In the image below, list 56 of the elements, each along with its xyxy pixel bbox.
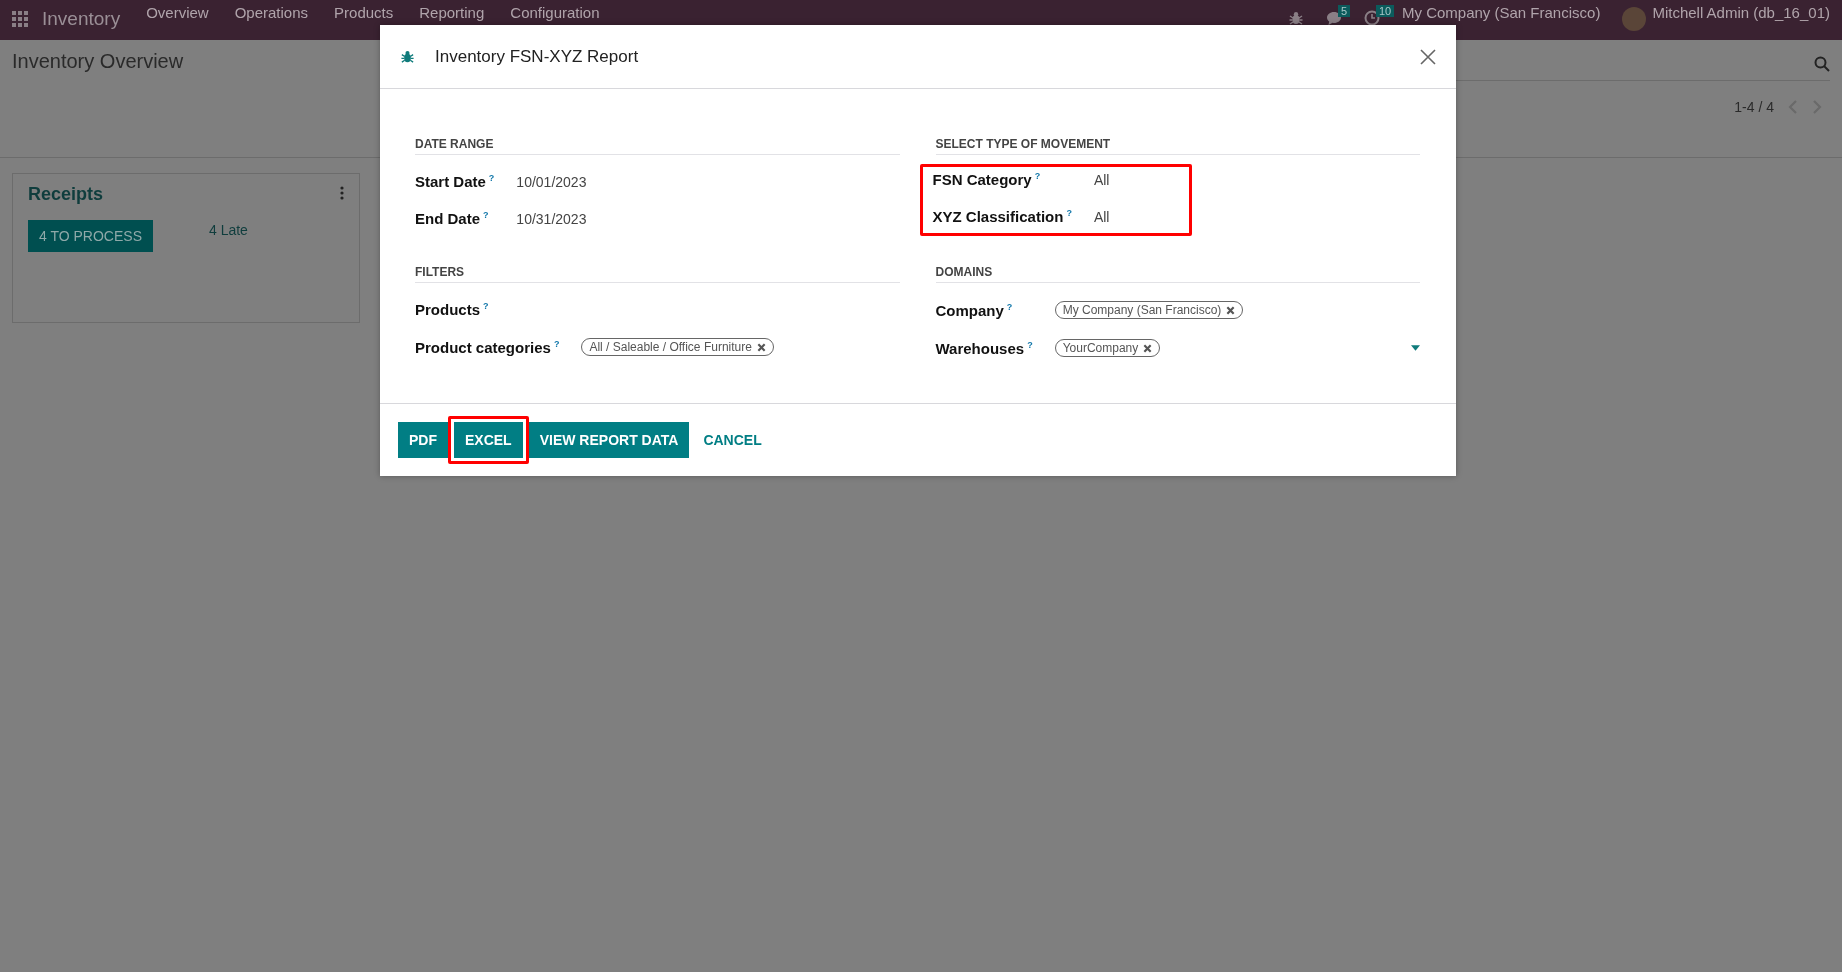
field-label: Products xyxy=(415,301,480,318)
late-link[interactable]: 4 Late xyxy=(208,222,248,238)
pager: 1-4 / 4 xyxy=(1734,99,1774,115)
help-tooltip[interactable]: ? xyxy=(1006,301,1013,312)
message-count: 5 xyxy=(1338,5,1351,17)
field-value[interactable]: 10/31/2023 xyxy=(516,210,900,227)
dialog-title: Inventory FSN-XYZ Report xyxy=(435,46,640,67)
field-label: Company xyxy=(935,301,1004,319)
cancel-button[interactable]: CANCEL xyxy=(689,422,776,458)
search-icon[interactable] xyxy=(1814,56,1830,72)
close-icon[interactable] xyxy=(1420,48,1436,65)
help-tooltip[interactable]: ? xyxy=(1066,208,1072,218)
field-value[interactable]: 10/01/2023 xyxy=(516,173,900,190)
field-label: XYZ Classification xyxy=(932,208,1064,225)
menu-item[interactable]: Reporting xyxy=(419,4,485,21)
section-heading: FILTERS xyxy=(415,265,900,283)
bug-icon xyxy=(400,49,415,64)
menu-item[interactable]: Overview xyxy=(146,4,209,21)
field-value[interactable]: All xyxy=(1093,171,1110,188)
clock-icon[interactable] xyxy=(1364,10,1380,26)
report-button[interactable]: VIEW REPORT DATA xyxy=(528,422,690,458)
user-menu[interactable]: Mitchell Admin (db_16_01) xyxy=(1652,4,1830,21)
section-heading: DOMAINS xyxy=(935,265,1420,283)
page-title: Inventory Overview xyxy=(12,50,184,74)
section-heading: SELECT TYPE OF MOVEMENT xyxy=(935,137,1420,155)
help-tooltip[interactable]: ? xyxy=(488,173,495,183)
apps-menu-icon[interactable] xyxy=(12,11,28,27)
report-button[interactable]: EXCEL xyxy=(454,422,523,458)
field-label: FSN Category xyxy=(932,171,1032,188)
help-tooltip[interactable]: ? xyxy=(1034,171,1041,181)
bug-icon xyxy=(1288,10,1304,26)
report-button[interactable]: PDF xyxy=(398,422,448,458)
help-tooltip[interactable]: ? xyxy=(1027,339,1033,350)
card-title[interactable]: Receipts xyxy=(28,184,104,204)
process-button[interactable]: 4 TO PROCESS xyxy=(28,220,153,252)
menu-item[interactable]: Configuration xyxy=(510,4,600,21)
remove-icon[interactable] xyxy=(1226,305,1236,315)
more-icon[interactable] xyxy=(340,186,344,200)
help-tooltip[interactable]: ? xyxy=(483,301,489,311)
caret-icon[interactable] xyxy=(1411,345,1420,351)
chat-icon[interactable] xyxy=(1326,10,1342,26)
field-label: Start Date xyxy=(415,173,486,190)
company-switcher[interactable]: My Company (San Francisco) xyxy=(1402,4,1601,21)
field-label: Warehouses xyxy=(935,339,1025,357)
help-tooltip[interactable]: ? xyxy=(553,338,560,349)
app-name[interactable]: Inventory xyxy=(42,8,121,30)
menu-item[interactable]: Operations xyxy=(234,4,309,21)
menu-item[interactable]: Products xyxy=(334,4,394,21)
activity-count: 10 xyxy=(1376,5,1395,17)
help-tooltip[interactable]: ? xyxy=(483,210,489,220)
section-heading: DATE RANGE xyxy=(415,137,900,155)
field-label: Product categories xyxy=(415,338,551,356)
remove-icon[interactable] xyxy=(1143,343,1153,353)
remove-icon[interactable] xyxy=(756,342,766,352)
field-value[interactable]: All xyxy=(1093,208,1110,225)
field-label: End Date xyxy=(415,210,480,227)
